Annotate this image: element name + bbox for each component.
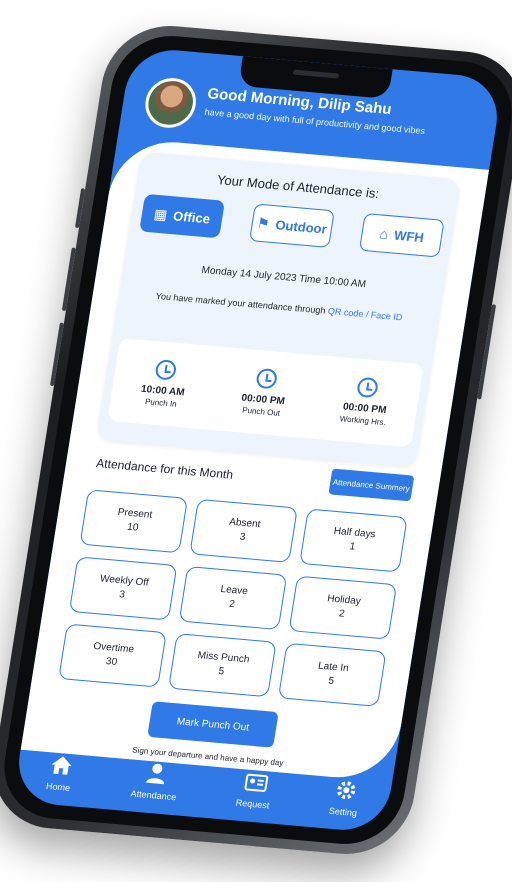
stat-weekly-off[interactable]: Weekly Off 3 — [68, 556, 178, 621]
stat-value: 3 — [118, 589, 126, 601]
app-screen: Good Morning, Dilip Sahu have a good day… — [12, 46, 504, 834]
mode-wfh-button[interactable]: ⌂ WFH — [358, 213, 445, 258]
stat-present[interactable]: Present 10 — [79, 489, 189, 554]
bezel: Good Morning, Dilip Sahu have a good day… — [0, 31, 512, 849]
mute-switch — [74, 188, 86, 229]
punch-out-time: 00:00 PM — [240, 392, 286, 408]
stat-value: 2 — [338, 608, 346, 620]
power-button — [477, 304, 497, 400]
home-icon: ⌂ — [378, 225, 390, 242]
stat-label: Present — [116, 506, 154, 521]
stat-value: 1 — [348, 541, 357, 553]
nav-request-label: Request — [235, 797, 271, 811]
mode-options: ▦ Office ⚑ Outdoor ⌂ WFH — [139, 193, 445, 258]
attendance-method-prefix: You have marked your attendance through — [155, 290, 327, 316]
alarm-clock-icon — [154, 359, 178, 381]
nav-request[interactable]: Request — [235, 768, 275, 810]
volume-up-button — [61, 247, 76, 312]
attendance-method-link[interactable]: QR code / Face ID — [327, 306, 403, 322]
mode-office-button[interactable]: ▦ Office — [139, 193, 226, 239]
mode-wfh-label: WFH — [393, 227, 425, 245]
stat-value: 2 — [228, 598, 236, 611]
stat-label: Leave — [219, 583, 249, 598]
mode-outdoor-label: Outdoor — [274, 216, 328, 237]
user-icon — [142, 760, 172, 788]
stat-overtime[interactable]: Overtime 30 — [58, 623, 167, 688]
working-hours-label: Working Hrs. — [339, 414, 387, 428]
nav-home-label: Home — [45, 781, 71, 793]
mode-office-label: Office — [172, 207, 212, 226]
attendance-mode-card: Your Mode of Attendance is: ▦ Office ⚑ O… — [96, 151, 462, 468]
building-icon: ▦ — [152, 205, 169, 223]
attendance-method-text: You have marked your attendance through … — [140, 288, 418, 326]
stat-value: 30 — [105, 656, 118, 668]
volume-down-button — [49, 322, 64, 387]
stat-value: 5 — [217, 665, 225, 678]
punch-out: 00:00 PM Punch Out — [239, 367, 290, 418]
stat-miss-punch[interactable]: Miss Punch 5 — [168, 633, 277, 698]
id-card-icon — [241, 768, 271, 796]
mode-outdoor-button[interactable]: ⚑ Outdoor — [249, 203, 335, 248]
stats-grid: Present 10 Absent 3 Half days 1 Weekly O… — [58, 489, 408, 707]
nav-setting-label: Setting — [328, 805, 358, 819]
stat-label: Holiday — [326, 593, 362, 608]
alarm-clock-icon — [254, 367, 278, 390]
stat-value: 3 — [238, 531, 247, 543]
nav-attendance[interactable]: Attendance — [130, 759, 182, 802]
nav-setting[interactable]: Setting — [328, 776, 362, 818]
punch-in-label: Punch In — [144, 397, 178, 409]
stat-value: 5 — [327, 675, 335, 687]
stat-late-in[interactable]: Late In 5 — [277, 642, 387, 707]
stat-holiday[interactable]: Holiday 2 — [288, 575, 398, 640]
outdoor-icon: ⚑ — [255, 214, 271, 232]
working-hours: 00:00 PM Working Hrs. — [339, 376, 393, 427]
speaker — [292, 69, 340, 79]
punch-summary: 10:00 AM Punch In 00:00 PM Punch Out 00:… — [107, 337, 424, 448]
stat-absent[interactable]: Absent 3 — [189, 498, 298, 563]
stat-half-days[interactable]: Half days 1 — [299, 508, 408, 573]
avatar[interactable] — [141, 76, 200, 130]
punch-in-time: 10:00 AM — [140, 383, 186, 399]
punch-in: 10:00 AM Punch In — [138, 358, 189, 409]
nav-attendance-label: Attendance — [129, 788, 177, 803]
punch-out-label: Punch Out — [241, 405, 281, 418]
alarm-clock-icon — [356, 376, 380, 399]
stat-leave[interactable]: Leave 2 — [178, 566, 288, 631]
phone-frame: Good Morning, Dilip Sahu have a good day… — [0, 20, 512, 860]
nav-home[interactable]: Home — [44, 751, 76, 793]
stat-label: Late In — [317, 660, 350, 675]
home-icon — [47, 751, 77, 779]
stat-label: Absent — [228, 516, 262, 531]
stat-value: 10 — [126, 521, 140, 534]
gear-icon — [331, 776, 361, 804]
